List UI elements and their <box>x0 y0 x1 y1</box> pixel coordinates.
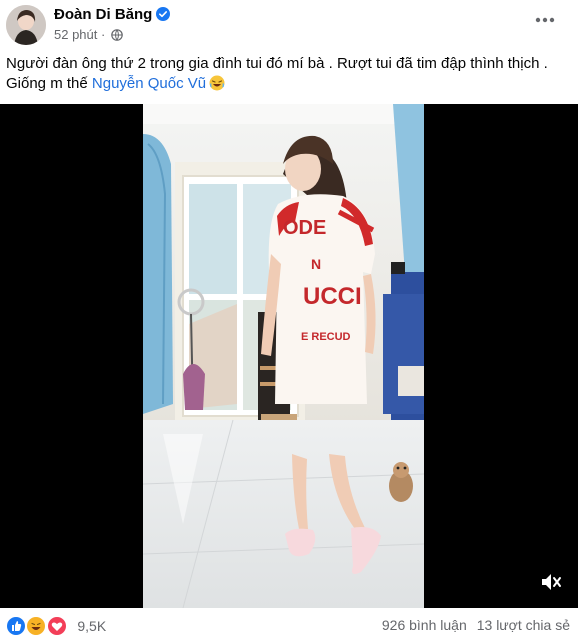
author-name-text[interactable]: Đoàn Di Băng <box>54 6 152 23</box>
speaker-muted-icon <box>542 574 561 590</box>
mute-button[interactable] <box>538 569 564 595</box>
post-meta: 52 phút · <box>54 27 123 42</box>
verified-badge-icon <box>156 7 171 21</box>
love-reaction-icon <box>46 616 67 636</box>
shirt-print-line-3: E RECUD <box>301 331 351 343</box>
meta-separator: · <box>97 27 109 42</box>
author-name[interactable]: Đoàn Di Băng <box>54 6 171 23</box>
more-options-button[interactable] <box>528 10 560 38</box>
more-options-icon <box>535 17 555 23</box>
engagement-stats: 926 bình luận 13 lượt chia sẻ <box>382 617 570 633</box>
shares-count[interactable]: 13 lượt chia sẻ <box>477 617 570 633</box>
video-frame[interactable]: N UCCI E RECUD ODE <box>143 104 424 608</box>
like-reaction-icon <box>6 616 26 636</box>
shirt-print-line-1: N <box>311 256 321 272</box>
video-player[interactable]: N UCCI E RECUD ODE <box>0 104 578 608</box>
caption-line-1: Người đàn ông thứ 2 trong gia đình tui đ… <box>6 55 548 72</box>
reaction-count[interactable]: 9,5K <box>77 618 106 634</box>
shirt-print-line-2: UCCI <box>303 283 362 310</box>
facebook-post: Đoàn Di Băng 52 phút · Người đàn ông thứ… <box>0 0 578 638</box>
rolling-laughing-emoji <box>209 75 225 91</box>
post-header: Đoàn Di Băng 52 phút · <box>0 0 578 50</box>
caption-line-2: Giống m thế Nguyễn Quốc Vũ <box>6 74 572 94</box>
reactions-summary[interactable]: 9,5K <box>6 616 106 636</box>
post-timestamp[interactable]: 52 phút <box>54 27 97 42</box>
post-footer: 9,5K 926 bình luận 13 lượt chia sẻ <box>0 608 578 638</box>
shirt-print-line-0: ODE <box>283 217 326 239</box>
video-still: N UCCI E RECUD ODE <box>143 104 424 608</box>
globe-icon <box>111 29 123 41</box>
haha-reaction-icon <box>26 616 47 636</box>
author-avatar[interactable] <box>6 5 46 45</box>
mention-link[interactable]: Nguyễn Quốc Vũ <box>92 75 206 92</box>
post-caption: Người đàn ông thứ 2 trong gia đình tui đ… <box>6 54 572 94</box>
comments-count[interactable]: 926 bình luận <box>382 617 467 633</box>
caption-line-2-prefix: Giống m thế <box>6 75 92 92</box>
